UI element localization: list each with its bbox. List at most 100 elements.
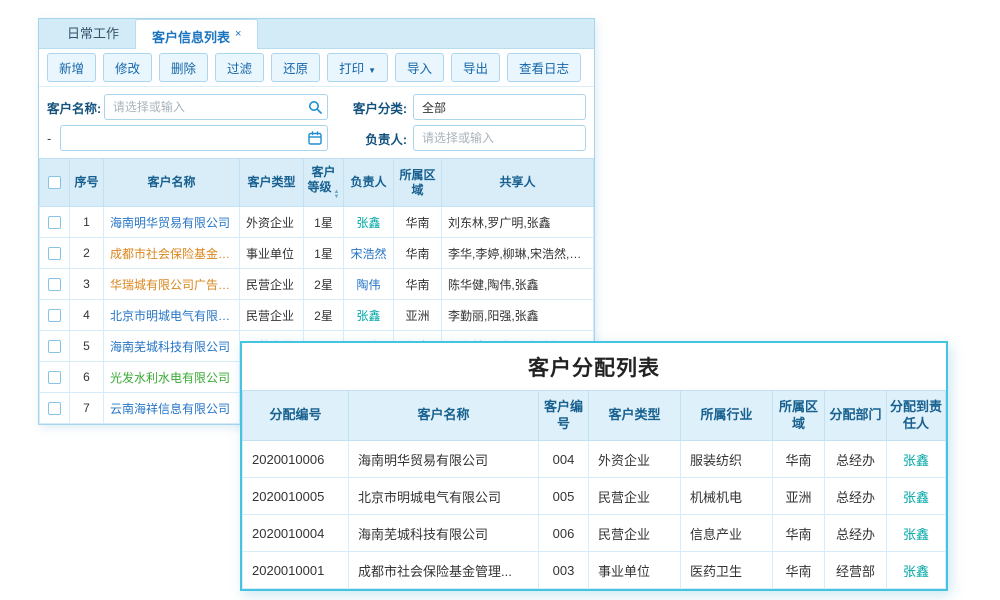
region: 华南 [773,552,825,589]
calendar-icon[interactable] [303,131,327,145]
owner-link[interactable]: 张鑫 [344,207,394,238]
customer-name-link[interactable]: 北京市明城电气有限公司 [349,478,539,515]
table-header-row: 分配编号 客户名称 客户编号 客户类型 所属行业 所属区域 分配部门 分配到责任… [243,391,946,441]
allocation-table: 分配编号 客户名称 客户编号 客户类型 所属行业 所属区域 分配部门 分配到责任… [242,390,946,589]
sort-icon[interactable]: ▲▼ [334,190,340,200]
caret-down-icon: ▼ [368,66,376,75]
row-checkbox[interactable] [48,340,61,353]
row-no: 3 [70,269,104,300]
allocation-id-link[interactable]: 2020010006 [243,441,349,478]
customer-type: 事业单位 [589,552,681,589]
row-no: 5 [70,331,104,362]
customer-type: 民营企业 [240,300,304,331]
customer-name-input[interactable] [105,100,303,114]
header-customer-name: 客户名称 [349,391,539,441]
customer-name-link[interactable]: 海南明华贸易有限公司 [349,441,539,478]
row-checkbox[interactable] [48,371,61,384]
assignee-link[interactable]: 张鑫 [887,552,946,589]
assignee-link[interactable]: 张鑫 [887,478,946,515]
customer-name-link[interactable]: 华瑞城有限公司广告设计部 [104,269,240,300]
row-no: 6 [70,362,104,393]
customer-level: 1星 [304,207,344,238]
dept: 经营部 [825,552,887,589]
table-row[interactable]: 4 北京市明城电气有限公司 民营企业 2星 张鑫 亚洲 李勤丽,阳强,张鑫 [40,300,594,331]
close-icon[interactable]: × [235,28,241,40]
customer-name-link[interactable]: 成都市社会保险基金管理... [349,552,539,589]
customer-no: 004 [539,441,589,478]
owner-label: 负责人: [350,129,407,148]
table-row[interactable]: 2020010005 北京市明城电气有限公司 005 民营企业 机械机电 亚洲 … [243,478,946,515]
customer-name-link[interactable]: 成都市社会保险基金管理... [104,238,240,269]
header-customer-level[interactable]: 客户等级▲▼ [304,159,344,207]
table-row[interactable]: 1 海南明华贸易有限公司 外资企业 1星 张鑫 华南 刘东林,罗广明,张鑫 [40,207,594,238]
row-checkbox[interactable] [48,247,61,260]
header-shared: 共享人 [442,159,594,207]
region: 亚洲 [394,300,442,331]
allocation-id-link[interactable]: 2020010004 [243,515,349,552]
owner-input-wrap [413,125,586,151]
customer-name-link[interactable]: 海南芜城科技有限公司 [349,515,539,552]
allocation-id-link[interactable]: 2020010005 [243,478,349,515]
customer-name-link[interactable]: 海南芜城科技有限公司 [104,331,240,362]
print-button[interactable]: 打印▼ [327,53,388,82]
owner-link[interactable]: 张鑫 [344,300,394,331]
table-row[interactable]: 2020010001 成都市社会保险基金管理... 003 事业单位 医药卫生 … [243,552,946,589]
owner-link[interactable]: 宋浩然 [344,238,394,269]
header-no: 序号 [70,159,104,207]
table-row[interactable]: 2020010004 海南芜城科技有限公司 006 民营企业 信息产业 华南 总… [243,515,946,552]
assignee-link[interactable]: 张鑫 [887,515,946,552]
owner-input[interactable] [414,131,585,145]
tab-label: 日常工作 [67,26,119,41]
row-checkbox[interactable] [48,402,61,415]
header-assignee: 分配到责任人 [887,391,946,441]
header-allocation-id: 分配编号 [243,391,349,441]
dept: 总经办 [825,478,887,515]
filter-button[interactable]: 过滤 [215,53,264,82]
header-customer-no: 客户编号 [539,391,589,441]
customer-name-link[interactable]: 北京市明城电气有限公司 [104,300,240,331]
header-customer-type: 客户类型 [589,391,681,441]
table-row[interactable]: 2020010006 海南明华贸易有限公司 004 外资企业 服装纺织 华南 总… [243,441,946,478]
shared-persons: 李勤丽,阳强,张鑫 [442,300,594,331]
row-checkbox[interactable] [48,309,61,322]
customer-level: 2星 [304,300,344,331]
row-no: 2 [70,238,104,269]
table-row[interactable]: 3 华瑞城有限公司广告设计部 民营企业 2星 陶伟 华南 陈华健,陶伟,张鑫 [40,269,594,300]
tab-daily-work[interactable]: 日常工作 [51,19,135,48]
date-input-wrap [60,125,328,151]
page-title: 客户分配列表 [242,343,946,390]
customer-name-link[interactable]: 海南明华贸易有限公司 [104,207,240,238]
allocation-id-link[interactable]: 2020010001 [243,552,349,589]
industry: 信息产业 [681,515,773,552]
shared-persons: 李华,李婷,柳琳,宋浩然,张鑫 [442,238,594,269]
customer-category-label: 客户分类: [350,98,407,117]
row-checkbox[interactable] [48,278,61,291]
row-checkbox[interactable] [48,216,61,229]
add-button[interactable]: 新增 [47,53,96,82]
header-owner: 负责人 [344,159,394,207]
date-input[interactable] [61,131,303,145]
view-log-button[interactable]: 查看日志 [507,53,581,82]
select-all-checkbox[interactable] [48,176,61,189]
customer-name-link[interactable]: 云南海祥信息有限公司 [104,393,240,424]
header-region: 所属区域 [394,159,442,207]
customer-category-input-wrap [413,94,586,120]
edit-button[interactable]: 修改 [103,53,152,82]
tab-customer-info-list[interactable]: 客户信息列表× [135,19,258,49]
search-icon[interactable] [303,100,327,114]
delete-button[interactable]: 删除 [159,53,208,82]
customer-category-input[interactable] [414,100,585,114]
header-dept: 分配部门 [825,391,887,441]
customer-no: 005 [539,478,589,515]
table-row[interactable]: 2 成都市社会保险基金管理... 事业单位 1星 宋浩然 华南 李华,李婷,柳琳… [40,238,594,269]
region: 华南 [773,441,825,478]
customer-type: 民营企业 [589,515,681,552]
owner-link[interactable]: 陶伟 [344,269,394,300]
customer-name-link[interactable]: 光发水利水电有限公司 [104,362,240,393]
restore-button[interactable]: 还原 [271,53,320,82]
industry: 医药卫生 [681,552,773,589]
row-no: 7 [70,393,104,424]
import-button[interactable]: 导入 [395,53,444,82]
assignee-link[interactable]: 张鑫 [887,441,946,478]
export-button[interactable]: 导出 [451,53,500,82]
